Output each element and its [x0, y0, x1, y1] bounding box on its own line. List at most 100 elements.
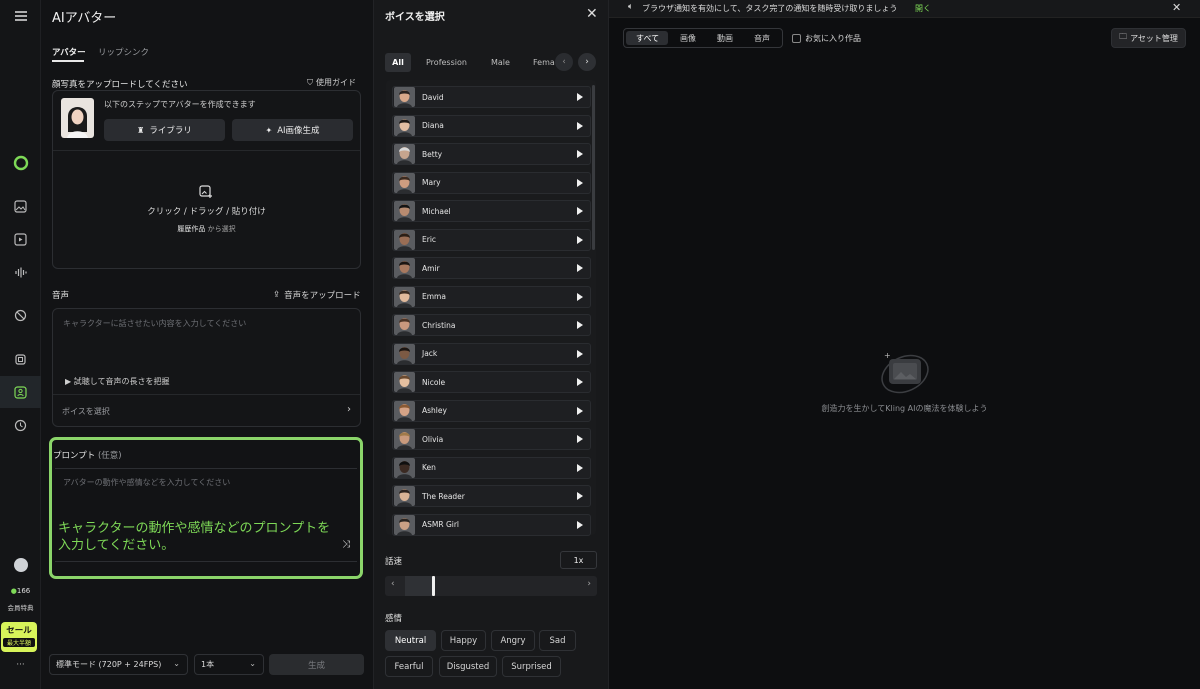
- upload-area[interactable]: 以下のステップでアバターを作成できます ♜ ライブラリ ✦ AI画像生成 クリック …: [52, 90, 361, 269]
- chevron-right-icon[interactable]: ›: [587, 579, 591, 589]
- shuffle-icon[interactable]: ⤨: [342, 539, 350, 550]
- avatar-panel: AIアバター アバター リップシンク 顔写真をアップロードしてください ⛉ 使用ガ…: [41, 0, 373, 689]
- play-icon[interactable]: [577, 321, 583, 329]
- voice-avatar: [394, 457, 415, 478]
- voice-row[interactable]: Olivia: [392, 428, 591, 450]
- voice-name: Eric: [422, 235, 437, 244]
- generate-button[interactable]: 生成: [269, 654, 364, 675]
- tab-avatar[interactable]: アバター: [52, 46, 86, 58]
- audio-upload-button[interactable]: ⇪ 音声をアップロード: [273, 289, 361, 301]
- play-icon[interactable]: [577, 264, 583, 272]
- filter-profession[interactable]: Profession: [426, 58, 467, 67]
- voice-row[interactable]: Ashley: [392, 399, 591, 422]
- voice-list-scrollbar[interactable]: [592, 85, 595, 250]
- voice-row[interactable]: Emma: [392, 285, 591, 308]
- audio-box: キャラクターに話させたい内容を入力してください ▶ 試聴して音声の長さを把握 ボ…: [52, 308, 361, 427]
- notice-close-icon[interactable]: ✕: [1172, 1, 1181, 14]
- history-link[interactable]: 履歴作品: [177, 225, 205, 233]
- voice-row[interactable]: Betty: [392, 143, 591, 165]
- tab-lipsync[interactable]: リップシンク: [98, 46, 149, 58]
- user-avatar[interactable]: [0, 552, 41, 578]
- voice-row[interactable]: ASMR Girl: [392, 513, 591, 536]
- play-icon[interactable]: [577, 378, 583, 386]
- voice-select-row[interactable]: ボイスを選択 ›: [53, 395, 360, 427]
- trial-listen[interactable]: ▶ 試聴して音声の長さを把握: [65, 376, 169, 387]
- play-icon[interactable]: [577, 463, 583, 472]
- emotion-sad[interactable]: Sad: [539, 630, 576, 651]
- prompt-input[interactable]: アバターの動作や感情などを入力してください: [63, 477, 230, 488]
- scroll-right-icon[interactable]: ›: [578, 53, 596, 71]
- voice-row[interactable]: Diana: [392, 114, 591, 137]
- speaker-icon: 🔈︎: [628, 2, 634, 12]
- play-icon[interactable]: [577, 406, 583, 415]
- emotion-surprised[interactable]: Surprised: [502, 656, 561, 677]
- filter-tab-image[interactable]: 画像: [680, 33, 696, 44]
- model-icon[interactable]: [0, 346, 41, 372]
- favorites-checkbox[interactable]: [792, 34, 801, 43]
- history-icon[interactable]: [0, 412, 41, 438]
- prompt-optional: (任意): [97, 451, 122, 461]
- play-icon[interactable]: [577, 121, 583, 130]
- filter-female[interactable]: Fema: [533, 58, 555, 67]
- play-icon[interactable]: [577, 235, 583, 244]
- voice-row[interactable]: Jack: [392, 342, 591, 365]
- voice-row[interactable]: Eric: [392, 228, 591, 251]
- voice-row[interactable]: The Reader: [392, 485, 591, 507]
- voice-row[interactable]: David: [392, 86, 591, 108]
- play-icon[interactable]: [577, 178, 583, 187]
- ai-image-label: AI画像生成: [277, 126, 320, 136]
- play-icon[interactable]: [577, 520, 583, 529]
- filter-all[interactable]: All: [385, 53, 411, 72]
- play-icon[interactable]: [577, 292, 583, 301]
- mode-select[interactable]: 標準モード (720P + 24FPS) ⌄: [49, 654, 188, 675]
- play-icon[interactable]: [577, 150, 583, 158]
- audio-wave-icon[interactable]: [0, 259, 41, 285]
- effects-icon[interactable]: [0, 302, 41, 328]
- kling-logo-icon[interactable]: [0, 150, 41, 176]
- emotion-fearful[interactable]: Fearful: [385, 656, 433, 677]
- divider: [53, 150, 360, 151]
- play-icon[interactable]: [577, 207, 583, 215]
- image-icon[interactable]: [0, 193, 41, 219]
- menu-icon[interactable]: [0, 3, 41, 29]
- more-icon[interactable]: ···: [0, 660, 41, 670]
- notice-open-link[interactable]: 開く: [915, 3, 931, 14]
- play-icon[interactable]: [577, 93, 583, 101]
- voice-name: Emma: [422, 292, 446, 301]
- emotion-happy[interactable]: Happy: [441, 630, 486, 651]
- filter-tab-video[interactable]: 動画: [717, 33, 733, 44]
- video-icon[interactable]: [0, 226, 41, 252]
- voice-row[interactable]: Michael: [392, 200, 591, 222]
- speed-value[interactable]: 1x: [560, 551, 597, 569]
- close-icon[interactable]: ✕: [586, 6, 598, 22]
- emotion-disgusted[interactable]: Disgusted: [439, 656, 497, 677]
- count-select[interactable]: 1本 ⌄: [194, 654, 264, 675]
- speed-slider[interactable]: ‹ ›: [385, 576, 597, 596]
- filter-tab-audio[interactable]: 音声: [754, 33, 770, 44]
- library-button[interactable]: ♜ ライブラリ: [104, 119, 225, 141]
- voice-name: Olivia: [422, 434, 444, 444]
- chevron-left-icon[interactable]: ‹: [391, 579, 395, 589]
- guide-link[interactable]: ⛉ 使用ガイド: [307, 77, 356, 88]
- filter-male[interactable]: Male: [491, 58, 510, 67]
- audio-text-input[interactable]: キャラクターに話させたい内容を入力してください: [63, 318, 246, 329]
- voice-row[interactable]: Mary: [392, 171, 591, 194]
- sale-badge[interactable]: セール 最大半額: [1, 622, 37, 652]
- member-benefits[interactable]: 会員特典: [0, 602, 41, 612]
- voice-row[interactable]: Nicole: [392, 371, 591, 393]
- play-icon[interactable]: [577, 349, 583, 358]
- voice-row[interactable]: Ken: [392, 456, 591, 479]
- filter-tab-all[interactable]: すべて: [636, 33, 659, 44]
- play-icon[interactable]: [577, 435, 583, 443]
- avatar-nav-icon[interactable]: [0, 376, 41, 408]
- prompt-box[interactable]: アバターの動作や感情などを入力してください キャラクターの動作や感情などのプロン…: [55, 468, 357, 562]
- asset-management-button[interactable]: 🗀︎ アセット管理: [1111, 28, 1186, 48]
- voice-row[interactable]: Amir: [392, 257, 591, 279]
- voice-row[interactable]: Christina: [392, 314, 591, 336]
- speed-slider-thumb[interactable]: [432, 576, 435, 596]
- scroll-left-icon[interactable]: ‹: [555, 53, 573, 71]
- play-icon[interactable]: [577, 492, 583, 500]
- emotion-neutral[interactable]: Neutral: [385, 630, 436, 651]
- emotion-angry[interactable]: Angry: [491, 630, 535, 651]
- ai-image-button[interactable]: ✦ AI画像生成: [232, 119, 353, 141]
